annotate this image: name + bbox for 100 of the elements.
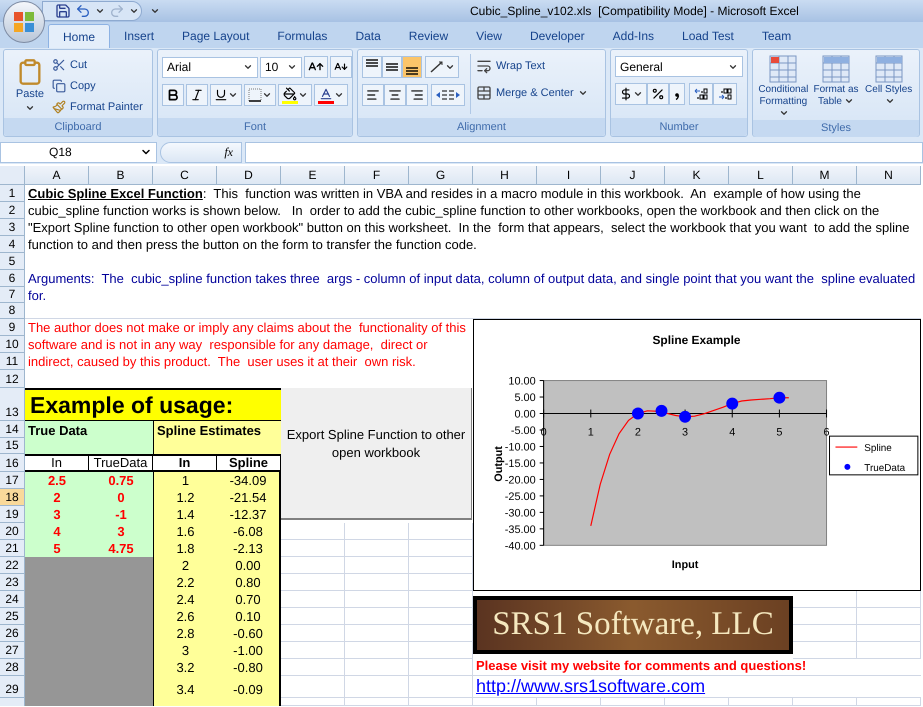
ribbon-tab[interactable]: Load Test (668, 24, 748, 48)
row-header[interactable]: 22 (0, 557, 25, 574)
vertical-align-button[interactable] (382, 56, 402, 78)
grid-cell[interactable] (345, 698, 409, 706)
row-header[interactable]: 8 (0, 303, 25, 319)
grid-cell[interactable] (857, 625, 921, 642)
row-header[interactable] (0, 698, 25, 706)
column-header[interactable]: L (729, 166, 793, 185)
row-header[interactable]: 10 (0, 336, 25, 353)
vertical-align-button[interactable] (402, 56, 422, 78)
currency-button[interactable] (615, 83, 647, 105)
grow-font-button[interactable] (304, 56, 328, 78)
website-link[interactable]: http://www.srs1software.com (476, 675, 706, 697)
column-header[interactable]: F (345, 166, 409, 185)
row-header[interactable]: 9 (0, 319, 25, 336)
column-header[interactable]: N (857, 166, 921, 185)
fill-color-button[interactable] (278, 84, 312, 106)
row-header[interactable]: 26 (0, 625, 25, 642)
ribbon-tab[interactable]: Page Layout (168, 24, 264, 48)
grid-cell[interactable] (345, 659, 409, 676)
row-header[interactable]: 25 (0, 608, 25, 625)
column-header[interactable]: A (25, 166, 89, 185)
decrease-decimal-button[interactable] (713, 83, 737, 105)
column-header[interactable]: G (409, 166, 473, 185)
ribbon-tab[interactable]: Data (341, 24, 395, 48)
copy-button[interactable]: Copy (52, 77, 143, 95)
indent-button[interactable] (431, 84, 465, 106)
column-header[interactable]: K (665, 166, 729, 185)
wrap-text-button[interactable]: Wrap Text (476, 57, 588, 75)
cut-button[interactable]: Cut (52, 56, 143, 74)
paste-button[interactable]: Paste (8, 54, 52, 118)
grid-cell[interactable] (345, 676, 409, 698)
row-header[interactable]: 23 (0, 574, 25, 591)
ribbon-tab[interactable]: Formulas (263, 24, 342, 48)
bold-button[interactable] (162, 84, 184, 106)
shrink-font-button[interactable] (330, 56, 352, 78)
styles-button[interactable]: Conditional Formatting (757, 54, 810, 120)
row-header[interactable]: 21 (0, 540, 25, 557)
column-header[interactable]: M (793, 166, 857, 185)
ribbon-tab[interactable]: Developer (516, 24, 599, 48)
font-color-button[interactable] (314, 84, 348, 106)
format-painter-button[interactable]: Format Painter (52, 98, 143, 116)
row-header[interactable]: 5 (0, 253, 25, 270)
borders-button[interactable] (244, 84, 276, 106)
export-button[interactable]: Export Spline Function to other open workbook (281, 388, 472, 520)
name-box[interactable]: Q18 (0, 142, 157, 162)
row-header[interactable]: 15 (0, 438, 25, 454)
styles-button[interactable]: Format as Table (810, 54, 862, 108)
column-header[interactable]: E (281, 166, 345, 185)
grid-cell[interactable] (345, 574, 409, 591)
ribbon-tab[interactable]: Review (394, 24, 462, 48)
column-header[interactable]: J (601, 166, 665, 185)
vertical-align-button[interactable] (362, 56, 382, 78)
grid-cell[interactable] (345, 557, 409, 574)
align-left-button[interactable] (362, 84, 384, 106)
grid-cell[interactable] (345, 642, 409, 659)
row-header[interactable]: 11 (0, 353, 25, 370)
row-header[interactable]: 14 (0, 421, 25, 438)
row-header[interactable]: 1 (0, 185, 25, 202)
grid-cell[interactable] (345, 625, 409, 642)
row-header[interactable]: 17 (0, 472, 25, 489)
row-header[interactable]: 4 (0, 236, 25, 253)
formula-input[interactable] (245, 142, 923, 162)
save-icon[interactable] (55, 3, 71, 19)
merge-center-button[interactable]: Merge & Center (476, 84, 588, 102)
underline-button[interactable] (210, 84, 242, 106)
column-header[interactable]: B (89, 166, 153, 185)
ribbon-tab[interactable]: Insert (110, 24, 168, 48)
grid-cell[interactable] (345, 523, 409, 540)
row-header[interactable]: 18 (0, 489, 25, 506)
column-header[interactable]: D (217, 166, 281, 185)
row-header[interactable]: 3 (0, 219, 25, 236)
ribbon-tab[interactable]: View (462, 24, 516, 48)
undo-icon[interactable] (75, 3, 91, 19)
grid-cell[interactable] (409, 698, 473, 706)
row-header[interactable]: 19 (0, 506, 25, 523)
row-header[interactable]: 2 (0, 202, 25, 219)
row-header[interactable]: 7 (0, 287, 25, 303)
number-format-field[interactable]: General (615, 56, 743, 77)
grid-cell[interactable] (345, 608, 409, 625)
ribbon-tab[interactable]: Team (748, 24, 806, 48)
row-header[interactable]: 6 (0, 270, 25, 287)
row-header[interactable]: 13 (0, 388, 25, 421)
row-header[interactable]: 20 (0, 523, 25, 540)
styles-button[interactable]: Cell Styles (862, 54, 916, 108)
grid-cell[interactable] (345, 591, 409, 608)
align-right-button[interactable] (406, 84, 428, 106)
row-header[interactable]: 29 (0, 676, 25, 698)
font-size-field[interactable]: 10 (260, 56, 302, 78)
row-header[interactable]: 16 (0, 454, 25, 472)
insert-function-button[interactable]: fx (160, 142, 242, 162)
select-all-button[interactable] (0, 166, 25, 185)
align-center-button[interactable] (384, 84, 406, 106)
font-name-field[interactable]: Arial (162, 56, 258, 78)
ribbon-tab[interactable]: Add-Ins (598, 24, 668, 48)
comma-style-button[interactable] (669, 83, 685, 105)
increase-decimal-button[interactable] (689, 83, 713, 105)
grid-cell[interactable] (857, 608, 921, 625)
orientation-button[interactable] (425, 56, 459, 78)
row-header[interactable]: 12 (0, 370, 25, 388)
